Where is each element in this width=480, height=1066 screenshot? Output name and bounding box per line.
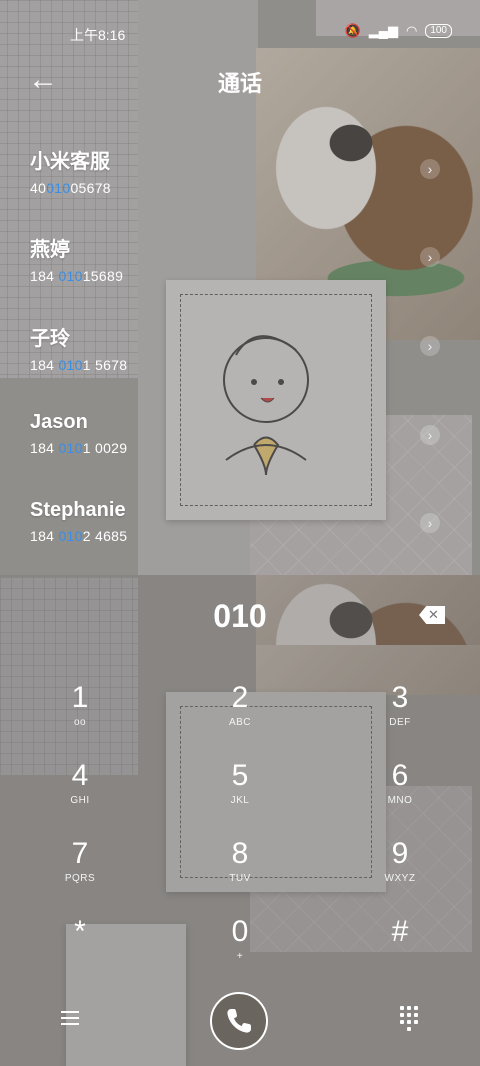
key-4[interactable]: 4 GHI	[25, 758, 135, 822]
chevron-right-icon[interactable]: ›	[420, 247, 440, 267]
contact-name: 小米客服	[30, 151, 110, 173]
battery-icon: 100	[425, 24, 452, 38]
contact-item[interactable]: 小米客服 4001005678 ›	[30, 145, 440, 215]
key-9[interactable]: 9 WXYZ	[345, 836, 455, 900]
key-2[interactable]: 2 ABC	[185, 680, 295, 744]
chevron-right-icon[interactable]: ›	[420, 159, 440, 179]
signal-icon: ▂▄▆	[368, 23, 398, 38]
contact-name: Jason	[30, 411, 88, 433]
contact-number: 184 01015689	[30, 268, 124, 284]
chevron-right-icon[interactable]: ›	[420, 336, 440, 356]
wifi-icon: ◠	[405, 23, 418, 38]
key-3[interactable]: 3 DEF	[345, 680, 455, 744]
key-8[interactable]: 8 TUV	[185, 836, 295, 900]
contact-number: 184 0101 0029	[30, 440, 128, 456]
contact-number: 4001005678	[30, 180, 111, 196]
key-1[interactable]: 1 ᴏᴏ	[25, 680, 135, 744]
key-6[interactable]: 6 MNO	[345, 758, 455, 822]
call-button[interactable]	[210, 992, 268, 1050]
contact-number: 184 0102 4685	[30, 528, 128, 544]
chevron-right-icon[interactable]: ›	[420, 425, 440, 445]
mute-icon: 🔕	[344, 23, 361, 38]
dial-input-display[interactable]: 010	[0, 598, 480, 635]
phone-icon	[227, 1009, 251, 1033]
key-7[interactable]: 7 PQRS	[25, 836, 135, 900]
key-star[interactable]: *	[25, 914, 135, 978]
status-time: 上午8:16	[70, 27, 126, 43]
contact-number: 184 0101 5678	[30, 357, 128, 373]
contact-item[interactable]: Stephanie 184 0102 4685 ›	[30, 499, 440, 569]
status-bar: 上午8:16 🔕 ▂▄▆ ◠ 100	[0, 0, 480, 60]
status-icons: 🔕 ▂▄▆ ◠ 100	[345, 23, 452, 39]
contact-name: 燕婷	[30, 239, 70, 261]
contact-item[interactable]: Jason 184 0101 0029 ›	[30, 411, 440, 481]
hamburger-menu-icon[interactable]	[57, 1005, 83, 1031]
key-0[interactable]: 0 +	[185, 914, 295, 978]
contact-name: 子玲	[30, 328, 70, 350]
contact-item[interactable]: 燕婷 184 01015689 ›	[30, 233, 440, 303]
keypad-icon[interactable]	[400, 1006, 420, 1031]
chevron-right-icon[interactable]: ›	[420, 513, 440, 533]
page-title: 通话	[217, 71, 262, 96]
contact-item[interactable]: 子玲 184 0101 5678 ›	[30, 322, 440, 392]
key-hash[interactable]: #	[345, 914, 455, 978]
contact-name: Stephanie	[30, 499, 126, 521]
key-5[interactable]: 5 JKL	[185, 758, 295, 822]
voicemail-icon: ᴏᴏ	[73, 717, 87, 728]
